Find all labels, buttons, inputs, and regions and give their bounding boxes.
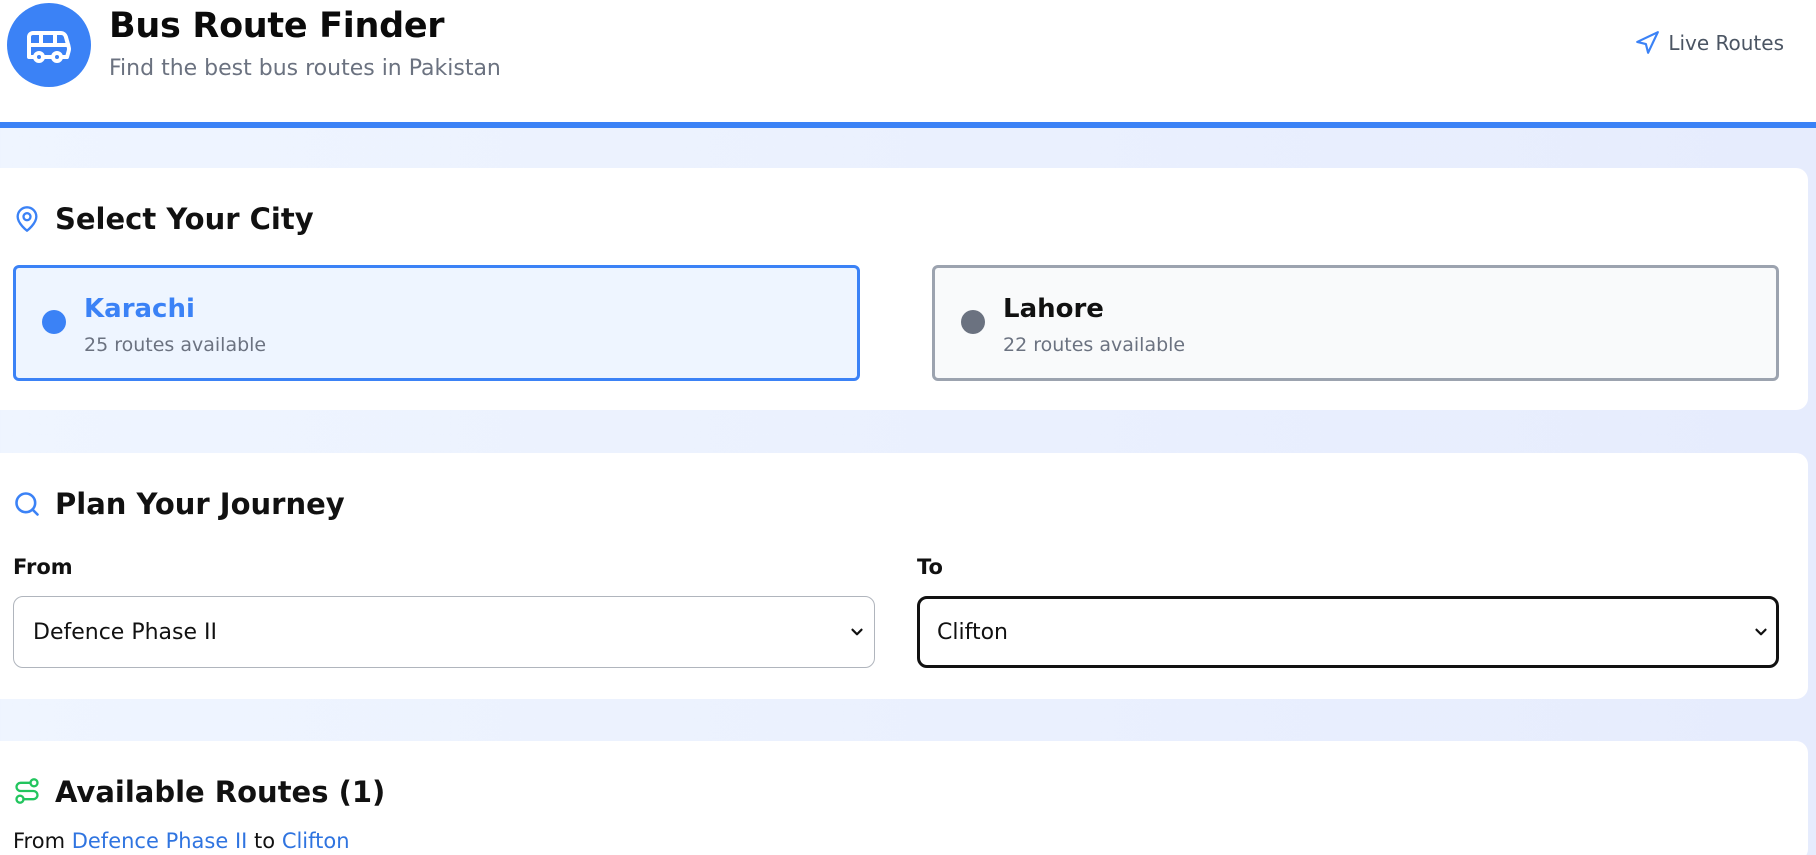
- app-subtitle: Find the best bus routes in Pakistan: [109, 56, 501, 81]
- navigation-icon: [1636, 31, 1660, 54]
- radio-indicator: [42, 310, 66, 334]
- chevron-down-icon: [1755, 628, 1767, 636]
- from-select-value: Defence Phase II: [33, 619, 217, 645]
- section-title-city: Select Your City: [55, 202, 314, 236]
- section-title-journey: Plan Your Journey: [55, 487, 345, 521]
- to-label: To: [917, 555, 943, 579]
- city-option-karachi[interactable]: Karachi 25 routes available: [13, 265, 860, 381]
- from-select[interactable]: Defence Phase II: [13, 596, 875, 668]
- section-title-routes: Available Routes (1): [55, 775, 386, 809]
- to-select[interactable]: Clifton: [917, 596, 1779, 668]
- chevron-down-icon: [851, 628, 863, 636]
- city-name: Lahore: [1003, 294, 1104, 324]
- summary-mid: to: [254, 829, 276, 853]
- select-city-card: Select Your City Karachi 25 routes avail…: [0, 168, 1808, 410]
- bus-icon: [7, 3, 91, 87]
- search-icon: [15, 492, 39, 516]
- summary-to-location[interactable]: Clifton: [282, 829, 350, 853]
- live-routes-label: Live Routes: [1668, 31, 1784, 55]
- city-option-lahore[interactable]: Lahore 22 routes available: [932, 265, 1779, 381]
- app-header: Bus Route Finder Find the best bus route…: [0, 0, 1816, 128]
- app-title: Bus Route Finder: [109, 6, 445, 46]
- live-routes-link[interactable]: Live Routes: [1634, 30, 1784, 56]
- city-route-count: 22 routes available: [1003, 334, 1186, 356]
- city-name: Karachi: [84, 294, 195, 324]
- to-select-value: Clifton: [937, 619, 1008, 645]
- radio-indicator: [961, 310, 985, 334]
- summary-prefix: From: [13, 829, 66, 853]
- route-summary: From Defence Phase II to Clifton: [13, 829, 350, 853]
- route-icon: [15, 778, 39, 804]
- map-pin-icon: [16, 206, 38, 232]
- plan-journey-card: Plan Your Journey From Defence Phase II …: [0, 453, 1808, 699]
- city-route-count: 25 routes available: [84, 334, 267, 356]
- from-label: From: [13, 555, 73, 579]
- available-routes-card: Available Routes (1) From Defence Phase …: [0, 741, 1808, 855]
- summary-from-location[interactable]: Defence Phase II: [72, 829, 248, 853]
